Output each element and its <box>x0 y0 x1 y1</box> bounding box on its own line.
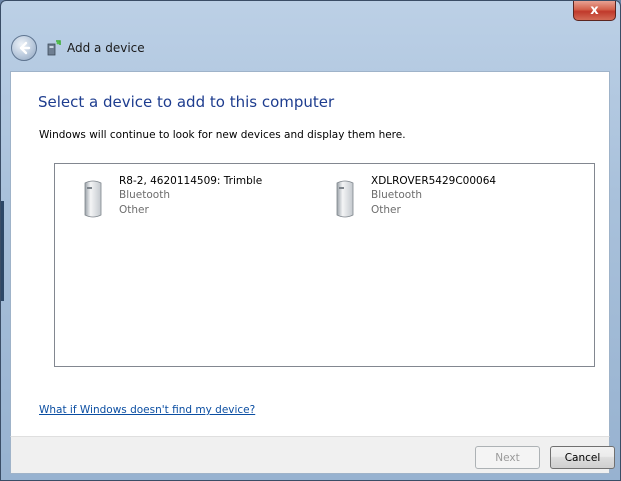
window-title: Add a device <box>67 41 145 55</box>
cancel-button[interactable]: Cancel <box>550 446 615 469</box>
device-name: R8-2, 4620114509: Trimble <box>119 175 263 187</box>
add-device-window: x Add a device Select a device to add to… <box>0 0 621 481</box>
instruction-text: Windows will continue to look for new de… <box>39 129 406 141</box>
content-panel: Select a device to add to this computer … <box>10 71 610 436</box>
button-bar: Next Cancel <box>10 436 615 474</box>
device-item-r8-2[interactable]: R8-2, 4620114509: Trimble Bluetooth Othe… <box>82 174 262 224</box>
close-icon: x <box>590 3 599 18</box>
title-bar: Add a device <box>11 31 411 65</box>
back-arrow-icon <box>19 41 31 55</box>
device-item-xdlrover[interactable]: XDLROVER5429C00064 Bluetooth Other <box>334 174 496 224</box>
device-icon <box>84 180 102 218</box>
back-button[interactable] <box>11 35 37 61</box>
device-icon <box>336 180 354 218</box>
window-edge-shadow <box>1 201 4 301</box>
device-name: XDLROVER5429C00064 <box>371 175 497 187</box>
close-button[interactable]: x <box>573 1 616 21</box>
add-device-icon <box>47 40 61 56</box>
help-link[interactable]: What if Windows doesn't find my device? <box>39 404 255 416</box>
page-title: Select a device to add to this computer <box>38 93 335 111</box>
device-category: Other <box>119 204 149 216</box>
device-list[interactable]: R8-2, 4620114509: Trimble Bluetooth Othe… <box>54 163 595 367</box>
next-button[interactable]: Next <box>475 446 540 469</box>
device-category: Other <box>371 204 401 216</box>
device-type: Bluetooth <box>371 189 422 201</box>
device-type: Bluetooth <box>119 189 170 201</box>
